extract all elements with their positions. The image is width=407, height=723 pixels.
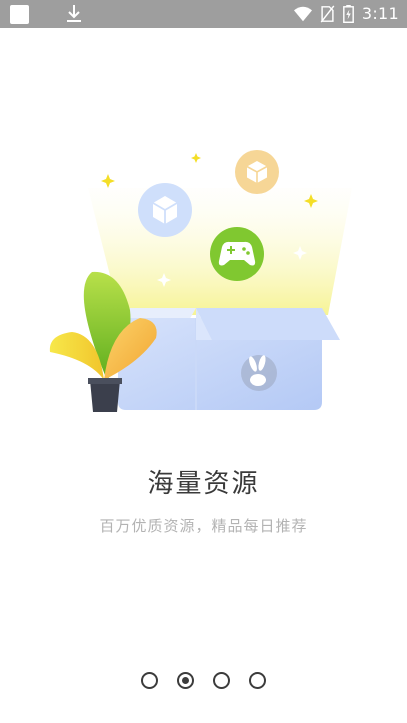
clock-time: 3:11 bbox=[361, 4, 399, 23]
onboarding-title: 海量资源 bbox=[147, 469, 260, 499]
gamepad-icon bbox=[210, 227, 264, 281]
page-indicator bbox=[0, 672, 407, 692]
cube-icon bbox=[235, 150, 279, 194]
cube-icon bbox=[138, 183, 192, 237]
page-dot-3[interactable] bbox=[213, 672, 230, 689]
download-icon bbox=[67, 5, 81, 22]
resource-illustration bbox=[49, 150, 352, 412]
app-notification-icon bbox=[10, 5, 29, 24]
onboarding-subtitle: 百万优质资源，精品每日推荐 bbox=[99, 517, 308, 535]
page-dot-2-active[interactable] bbox=[177, 672, 194, 689]
no-sim-icon bbox=[320, 5, 335, 23]
page-dot-1[interactable] bbox=[141, 672, 158, 689]
battery-charging-icon bbox=[342, 5, 354, 23]
status-bar: 3:11 bbox=[0, 0, 407, 28]
wifi-icon bbox=[293, 6, 312, 22]
page-dot-4[interactable] bbox=[249, 672, 266, 689]
